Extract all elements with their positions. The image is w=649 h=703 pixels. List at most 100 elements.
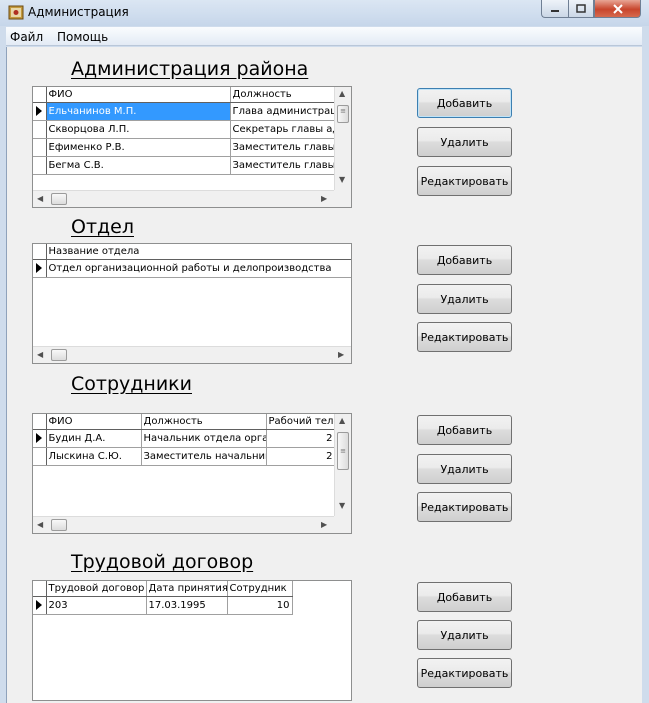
scroll-up-icon[interactable]: ▲ — [339, 89, 345, 98]
close-button[interactable] — [594, 0, 641, 18]
table-row[interactable]: Будин Д.А. Начальник отдела организацион… — [33, 429, 336, 448]
employees-grid[interactable]: ФИО Должность Рабочий телефон Будин Д.А.… — [32, 413, 352, 534]
table-cell[interactable]: Начальник отдела организационной работы — [141, 429, 267, 448]
menu-help[interactable]: Помощь — [57, 30, 108, 44]
table-row[interactable]: Лыскина С.Ю. Заместитель начальника 2 — [33, 447, 336, 466]
scroll-thumb[interactable] — [51, 349, 67, 361]
scroll-thumb[interactable] — [51, 193, 67, 205]
scroll-right-icon[interactable]: ▶ — [321, 520, 327, 529]
table-row[interactable]: Бегма С.В. Заместитель главы — [33, 156, 336, 175]
employees-add-button[interactable]: Добавить — [417, 415, 512, 445]
table-cell[interactable]: Секретарь главы администрации — [230, 120, 336, 139]
current-row-indicator — [33, 102, 47, 121]
maximize-button[interactable] — [568, 0, 594, 18]
admin-add-button[interactable]: Добавить — [417, 88, 512, 118]
department-add-button[interactable]: Добавить — [417, 245, 512, 275]
admin-grid[interactable]: ФИО Должность Ельчанинов М.П. Глава адми… — [32, 86, 352, 208]
contract-delete-button[interactable]: Удалить — [417, 620, 512, 650]
table-cell[interactable]: Ефименко Р.В. — [46, 138, 231, 157]
window-title: Администрация — [28, 5, 129, 19]
horizontal-scrollbar[interactable]: ◀ ▶ — [33, 516, 334, 533]
admin-delete-button[interactable]: Удалить — [417, 127, 512, 157]
table-cell[interactable]: 2 — [266, 429, 336, 448]
employees-edit-button[interactable]: Редактировать — [417, 492, 512, 522]
column-header[interactable]: Дата принятия — [146, 581, 228, 597]
scroll-left-icon[interactable]: ◀ — [37, 350, 43, 359]
department-section-title: Отдел — [71, 216, 134, 238]
admin-section-title: Администрация района — [71, 58, 309, 80]
table-cell[interactable]: Бегма С.В. — [46, 156, 231, 175]
department-delete-button[interactable]: Удалить — [417, 284, 512, 314]
admin-grid-header: ФИО Должность — [33, 87, 336, 103]
minimize-icon — [551, 9, 559, 12]
current-row-indicator — [33, 429, 47, 448]
column-header[interactable]: ФИО — [46, 414, 142, 430]
scroll-corner — [334, 190, 351, 207]
table-row[interactable]: Скворцова Л.П. Секретарь главы администр… — [33, 120, 336, 139]
column-header[interactable]: Трудовой договор — [46, 581, 147, 597]
maximize-icon — [576, 4, 586, 13]
column-header[interactable]: Должность — [141, 414, 267, 430]
column-header[interactable]: ФИО — [46, 87, 231, 103]
menu-bar: Файл Помощь — [6, 27, 642, 46]
column-header[interactable]: Должность — [230, 87, 336, 103]
scroll-thumb[interactable]: ≡ — [337, 105, 349, 123]
app-icon — [8, 5, 24, 20]
close-icon — [612, 3, 623, 14]
department-edit-button[interactable]: Редактировать — [417, 322, 512, 352]
scroll-down-icon[interactable]: ▼ — [339, 175, 345, 184]
row-pointer-icon — [36, 432, 42, 443]
app-window: Администрация Файл Помощь Администрация … — [0, 0, 649, 703]
horizontal-scrollbar[interactable]: ◀ ▶ — [33, 346, 351, 363]
employees-section-title: Сотрудники — [71, 373, 192, 395]
table-row[interactable]: 203 17.03.1995 10 — [33, 596, 293, 615]
employees-grid-header: ФИО Должность Рабочий телефон — [33, 414, 336, 430]
scroll-thumb[interactable] — [51, 519, 67, 531]
contract-add-button[interactable]: Добавить — [417, 582, 512, 612]
table-cell[interactable]: 2 — [266, 447, 336, 466]
table-cell[interactable]: Скворцова Л.П. — [46, 120, 231, 139]
column-header[interactable]: Сотрудник — [227, 581, 293, 597]
employees-delete-button[interactable]: Удалить — [417, 454, 512, 484]
department-grid-header: Название отдела — [33, 244, 351, 260]
row-pointer-icon — [36, 599, 42, 610]
table-cell[interactable]: Заместитель главы — [230, 138, 336, 157]
scroll-left-icon[interactable]: ◀ — [37, 194, 43, 203]
scroll-left-icon[interactable]: ◀ — [37, 520, 43, 529]
table-cell[interactable]: 203 — [46, 596, 147, 615]
contract-grid-header: Трудовой договор Дата принятия Сотрудник — [33, 581, 293, 597]
row-pointer-icon — [36, 262, 42, 273]
row-pointer-icon — [36, 105, 42, 116]
scroll-up-icon[interactable]: ▲ — [339, 416, 345, 425]
table-cell[interactable]: 17.03.1995 — [146, 596, 228, 615]
column-header[interactable]: Название отдела — [46, 244, 351, 260]
table-row[interactable]: Ефименко Р.В. Заместитель главы — [33, 138, 336, 157]
menu-file[interactable]: Файл — [10, 30, 43, 44]
contract-section-title: Трудовой договор — [71, 551, 254, 573]
contract-grid[interactable]: Трудовой договор Дата принятия Сотрудник… — [32, 580, 352, 701]
title-bar: Администрация — [0, 0, 649, 26]
table-cell[interactable]: Отдел организационной работы и делопроиз… — [46, 259, 351, 278]
table-row[interactable]: Ельчанинов М.П. Глава администрации — [33, 102, 336, 121]
scroll-down-icon[interactable]: ▼ — [339, 501, 345, 510]
department-grid[interactable]: Название отдела Отдел организационной ра… — [32, 243, 352, 364]
table-cell[interactable]: 10 — [227, 596, 293, 615]
table-cell[interactable]: Будин Д.А. — [46, 429, 142, 448]
scroll-right-icon[interactable]: ▶ — [338, 350, 344, 359]
scroll-right-icon[interactable]: ▶ — [321, 194, 327, 203]
table-cell[interactable]: Ельчанинов М.П. — [46, 102, 231, 121]
table-cell[interactable]: Заместитель главы — [230, 156, 336, 175]
contract-edit-button[interactable]: Редактировать — [417, 658, 512, 688]
table-cell[interactable]: Глава администрации — [230, 102, 336, 121]
table-cell[interactable]: Заместитель начальника — [141, 447, 267, 466]
vertical-scrollbar[interactable]: ▲ ≡ ▼ — [334, 87, 351, 190]
column-header[interactable]: Рабочий телефон — [266, 414, 336, 430]
vertical-scrollbar[interactable]: ▲ ≡ ▼ — [334, 414, 351, 516]
minimize-button[interactable] — [541, 0, 568, 18]
scroll-thumb[interactable]: ≡ — [337, 432, 349, 470]
admin-edit-button[interactable]: Редактировать — [417, 166, 512, 196]
table-cell[interactable]: Лыскина С.Ю. — [46, 447, 142, 466]
table-row[interactable]: Отдел организационной работы и делопроиз… — [33, 259, 351, 278]
scroll-corner — [334, 516, 351, 533]
horizontal-scrollbar[interactable]: ◀ ▶ — [33, 190, 334, 207]
